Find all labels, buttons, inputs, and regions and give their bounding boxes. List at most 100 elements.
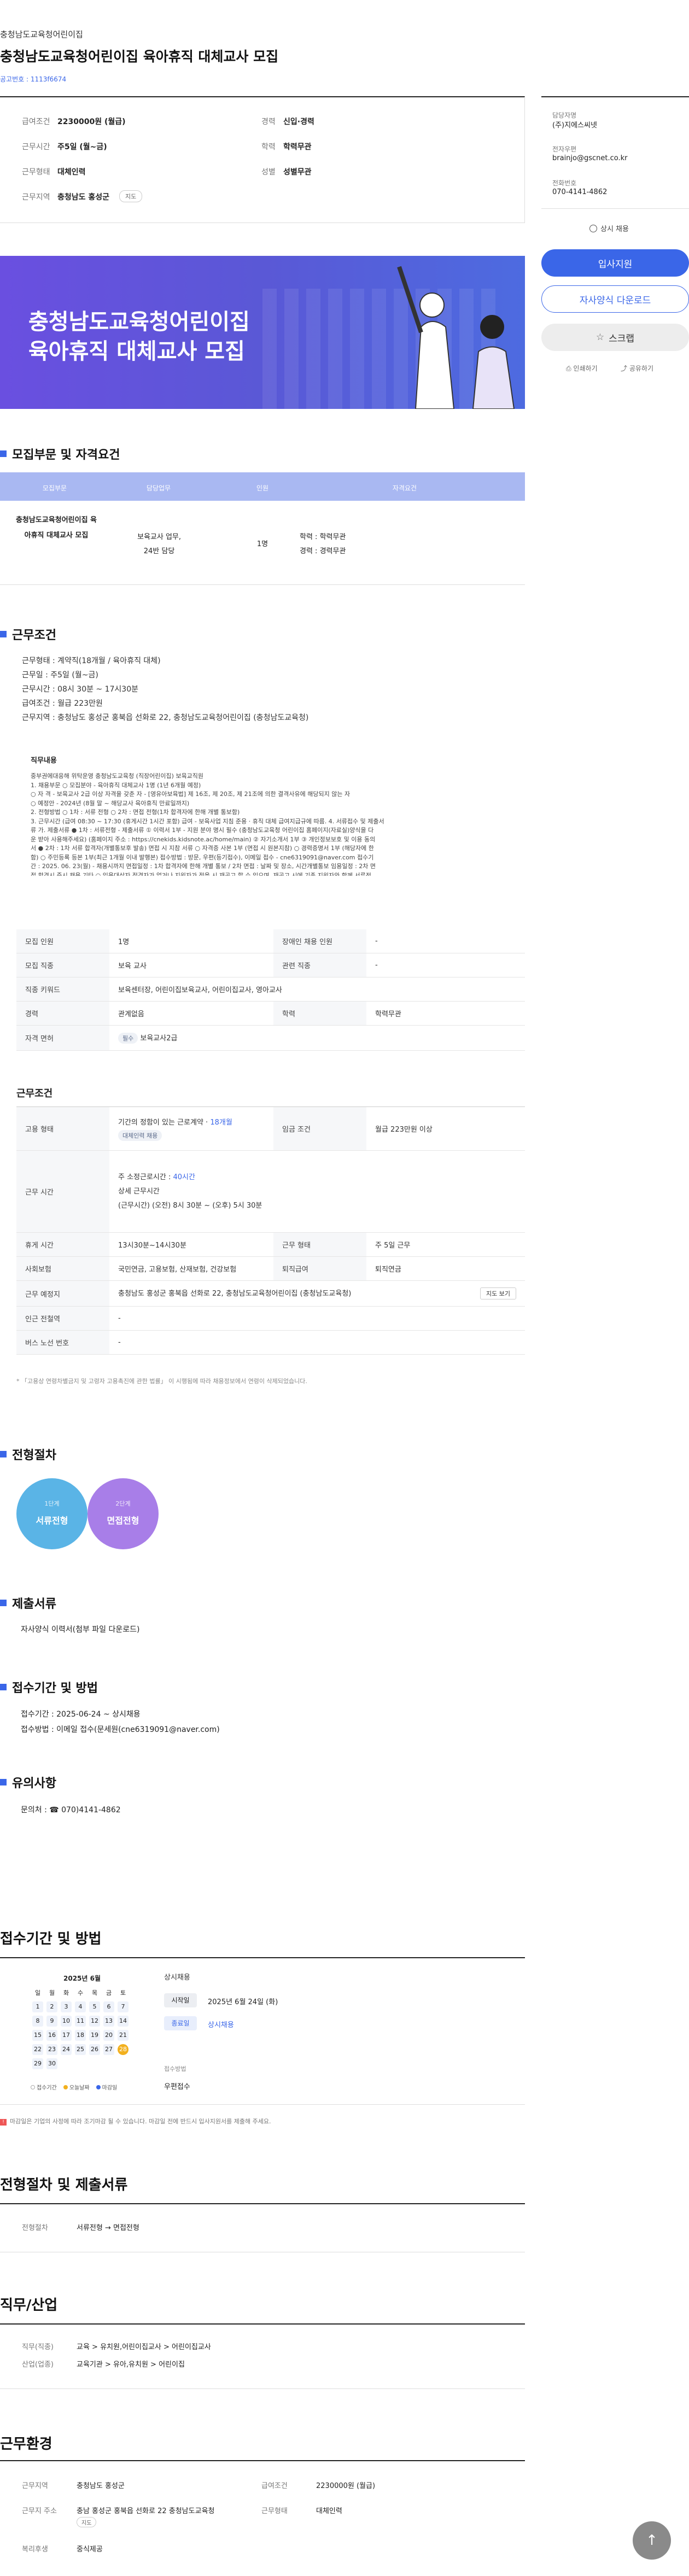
calendar-day-number: 18 bbox=[75, 2030, 86, 2041]
calendar-week: 15 16 17 18 19 20 21 bbox=[31, 2028, 130, 2042]
legend-deadline: 마감일 bbox=[96, 2083, 117, 2091]
apply-button[interactable]: 입사지원 bbox=[541, 249, 689, 277]
scroll-top-button[interactable]: ↑ bbox=[633, 2521, 671, 2560]
end-chip: 종료일 bbox=[164, 2016, 197, 2030]
env-type-label: 근무형태 bbox=[261, 2507, 288, 2515]
env-pay-label: 급여조건 bbox=[261, 2482, 288, 2490]
work-section-title: 근무조건 bbox=[0, 625, 56, 643]
calendar-day: 22 bbox=[31, 2042, 45, 2057]
table-row: 사회보험 국민연금, 고용보험, 산재보험, 건강보험 퇴직급여 퇴직연금 bbox=[16, 1256, 525, 1281]
work-line: 근무일 : 주5일 (월~금) bbox=[22, 671, 98, 680]
cell-label: 근무 형태 bbox=[273, 1232, 366, 1257]
cell-value: 월급 223만원 이상 bbox=[366, 1106, 525, 1151]
cell-value: 1명 bbox=[109, 929, 273, 953]
calendar-weekday: 화 bbox=[63, 1989, 69, 1997]
area-label: 근무지역 bbox=[22, 193, 50, 202]
always-label: 상시채용 bbox=[164, 1974, 190, 1982]
calendar-day-number: 10 bbox=[61, 2016, 72, 2027]
calendar-day-number: 19 bbox=[89, 2030, 100, 2041]
calendar-day-number: 2 bbox=[46, 2001, 57, 2012]
phone-label: 전화번호 bbox=[552, 179, 577, 187]
docs-text[interactable]: 자사양식 이력서(첨부 파일 다운로드) bbox=[21, 1624, 139, 1635]
share-label: 공유하기 bbox=[629, 365, 653, 372]
map-view-button[interactable]: 지도 보기 bbox=[480, 1287, 516, 1299]
email-label: 전자우편 bbox=[552, 145, 577, 153]
env-map-chip[interactable]: 지도 bbox=[77, 2517, 97, 2527]
start-chip: 시작일 bbox=[164, 1993, 197, 2007]
calendar-day: 21 bbox=[116, 2028, 130, 2042]
table-row: 경력 관계없음 학력 학력무관 bbox=[16, 1001, 525, 1026]
work-line: 근무지역 : 충청남도 홍성군 홍북읍 선화로 22, 충청남도교육청어린이집 … bbox=[22, 713, 309, 722]
cell-label: 근무 시간 bbox=[16, 1150, 109, 1233]
clock-icon bbox=[589, 224, 597, 232]
share-icon: ⤴ bbox=[621, 365, 629, 372]
calendar-weekday: 월 bbox=[49, 1989, 55, 1997]
org-name: 충청남도교육청어린이집 bbox=[0, 30, 83, 39]
recruit-req: 학력 : 학력무관 경력 : 경력무관 bbox=[300, 530, 346, 559]
people-illustration bbox=[397, 266, 515, 409]
proc2-label: 전형절차 bbox=[22, 2224, 48, 2232]
calendar: 일월화수목금토 1 2 3 4 5 6 7 8 9 10 11 12 13 14 15 16 17 18 19 20 2… bbox=[31, 1986, 130, 2071]
caution-title-text: 유의사항 bbox=[12, 1777, 56, 1790]
cell-label: 모집 인원 bbox=[16, 929, 109, 953]
industry-box bbox=[0, 2323, 525, 2389]
calendar-day-number: 27 bbox=[103, 2044, 114, 2055]
map-chip[interactable]: 지도 bbox=[119, 190, 143, 202]
cell-label: 장애인 채용 인원 bbox=[273, 929, 366, 953]
calendar-day: 30 bbox=[45, 2057, 59, 2071]
cell-value: 관계없음 bbox=[109, 1001, 273, 1026]
type-value: 대체인력 bbox=[57, 168, 86, 177]
gender-value: 성별무관 bbox=[283, 168, 312, 177]
calendar-day-number: 22 bbox=[32, 2044, 43, 2055]
phone-value: 070-4141-4862 bbox=[552, 188, 608, 196]
calendar-day: 11 bbox=[73, 2014, 87, 2028]
env-pay-value: 2230000원 (월급) bbox=[316, 2482, 376, 2490]
calendar-day-number: 7 bbox=[118, 2001, 129, 2012]
cell-label: 근무 예정지 bbox=[16, 1280, 109, 1307]
ind-cat-value: 교육기관 > 유아,유치원 > 어린이집 bbox=[77, 2361, 185, 2369]
area-value: 충청남도 홍성군 bbox=[57, 193, 110, 202]
period-title-text: 접수기간 및 방법 bbox=[12, 1682, 98, 1695]
calendar-week: 1234567 bbox=[31, 2000, 130, 2014]
cert-value: 보육교사2급 bbox=[140, 1034, 178, 1043]
email-value[interactable]: brainjo@gscnet.co.kr bbox=[552, 154, 628, 162]
scrap-label: 스크랩 bbox=[609, 333, 635, 344]
download-form-button[interactable]: 자사양식 다운로드 bbox=[541, 285, 689, 313]
work-line: 근무시간 : 08시 30분 ~ 17시30분 bbox=[22, 685, 138, 694]
detail-text: 중부권에대응해 위탁운영 충청남도교육청 (직장어린이집) 보육교직원 1. 채… bbox=[31, 772, 384, 876]
calendar-day: 18 bbox=[73, 2028, 87, 2042]
cell-label: 고용 형태 bbox=[16, 1106, 109, 1151]
ind-cat-label: 산업(업종) bbox=[22, 2361, 54, 2369]
share-button[interactable]: ⤴ 공유하기 bbox=[621, 364, 653, 373]
calendar-day: 12 bbox=[87, 2014, 102, 2028]
print-button[interactable]: ⎙ 인쇄하기 bbox=[566, 364, 598, 373]
calendar-week: 22 23 24 25 26 27 28 bbox=[31, 2042, 130, 2057]
scrap-button[interactable]: ☆ 스크랩 bbox=[541, 324, 689, 351]
recruit-req-line2: 경력 : 경력무관 bbox=[300, 547, 346, 555]
cell-label: 경력 bbox=[16, 1001, 109, 1026]
docs-title-text: 제출서류 bbox=[12, 1597, 56, 1611]
legend-period: 접수기간 bbox=[31, 2083, 57, 2091]
recruit-header-count: 인원 bbox=[256, 484, 269, 492]
table-row: 휴게 시간 13시30분~14시30분 근무 형태 주 5일 근무 bbox=[16, 1232, 525, 1257]
job-info-table: 모집 인원 1명 장애인 채용 인원 - 모집 직종 보육 교사 관련 직종 - 직종 키워… bbox=[16, 929, 525, 1051]
env-area-value: 충청남도 홍성군 bbox=[77, 2482, 125, 2490]
square-bullet-icon bbox=[0, 1779, 7, 1785]
step2-label: 면접전형 bbox=[107, 1515, 139, 1526]
print-label: 인쇄하기 bbox=[573, 365, 598, 372]
end-date: 상시채용 bbox=[208, 2021, 234, 2029]
calendar-day: 17 bbox=[59, 2028, 73, 2042]
page-title: 충청남도교육청어린이집 육아휴직 대체교사 모집 bbox=[0, 49, 279, 65]
proc2-title: 전형절차 및 제출서류 bbox=[0, 2177, 128, 2193]
square-bullet-icon bbox=[0, 1684, 7, 1690]
calendar-day: 4 bbox=[73, 2000, 87, 2014]
table-row: 근무 시간 주 소정근로시간 : 40시간 상세 근무시간 (근무시간) (오전) 8… bbox=[16, 1150, 525, 1233]
calendar-day-number: 12 bbox=[89, 2016, 100, 2027]
period2-title: 접수기간 및 방법 bbox=[0, 1931, 102, 1947]
period-line: 접수기간 : 2025-06-24 ~ 상시채용 bbox=[21, 1710, 141, 1719]
cell-label: 학력 bbox=[273, 1001, 366, 1026]
career-label: 경력 bbox=[261, 118, 276, 126]
work-line: 급여조건 : 월급 223만원 bbox=[22, 699, 103, 708]
work-line: 근무형태 : 계약직(18개월 / 육아휴직 대체) bbox=[22, 657, 161, 665]
always-hire: 상시 채용 bbox=[589, 223, 629, 233]
